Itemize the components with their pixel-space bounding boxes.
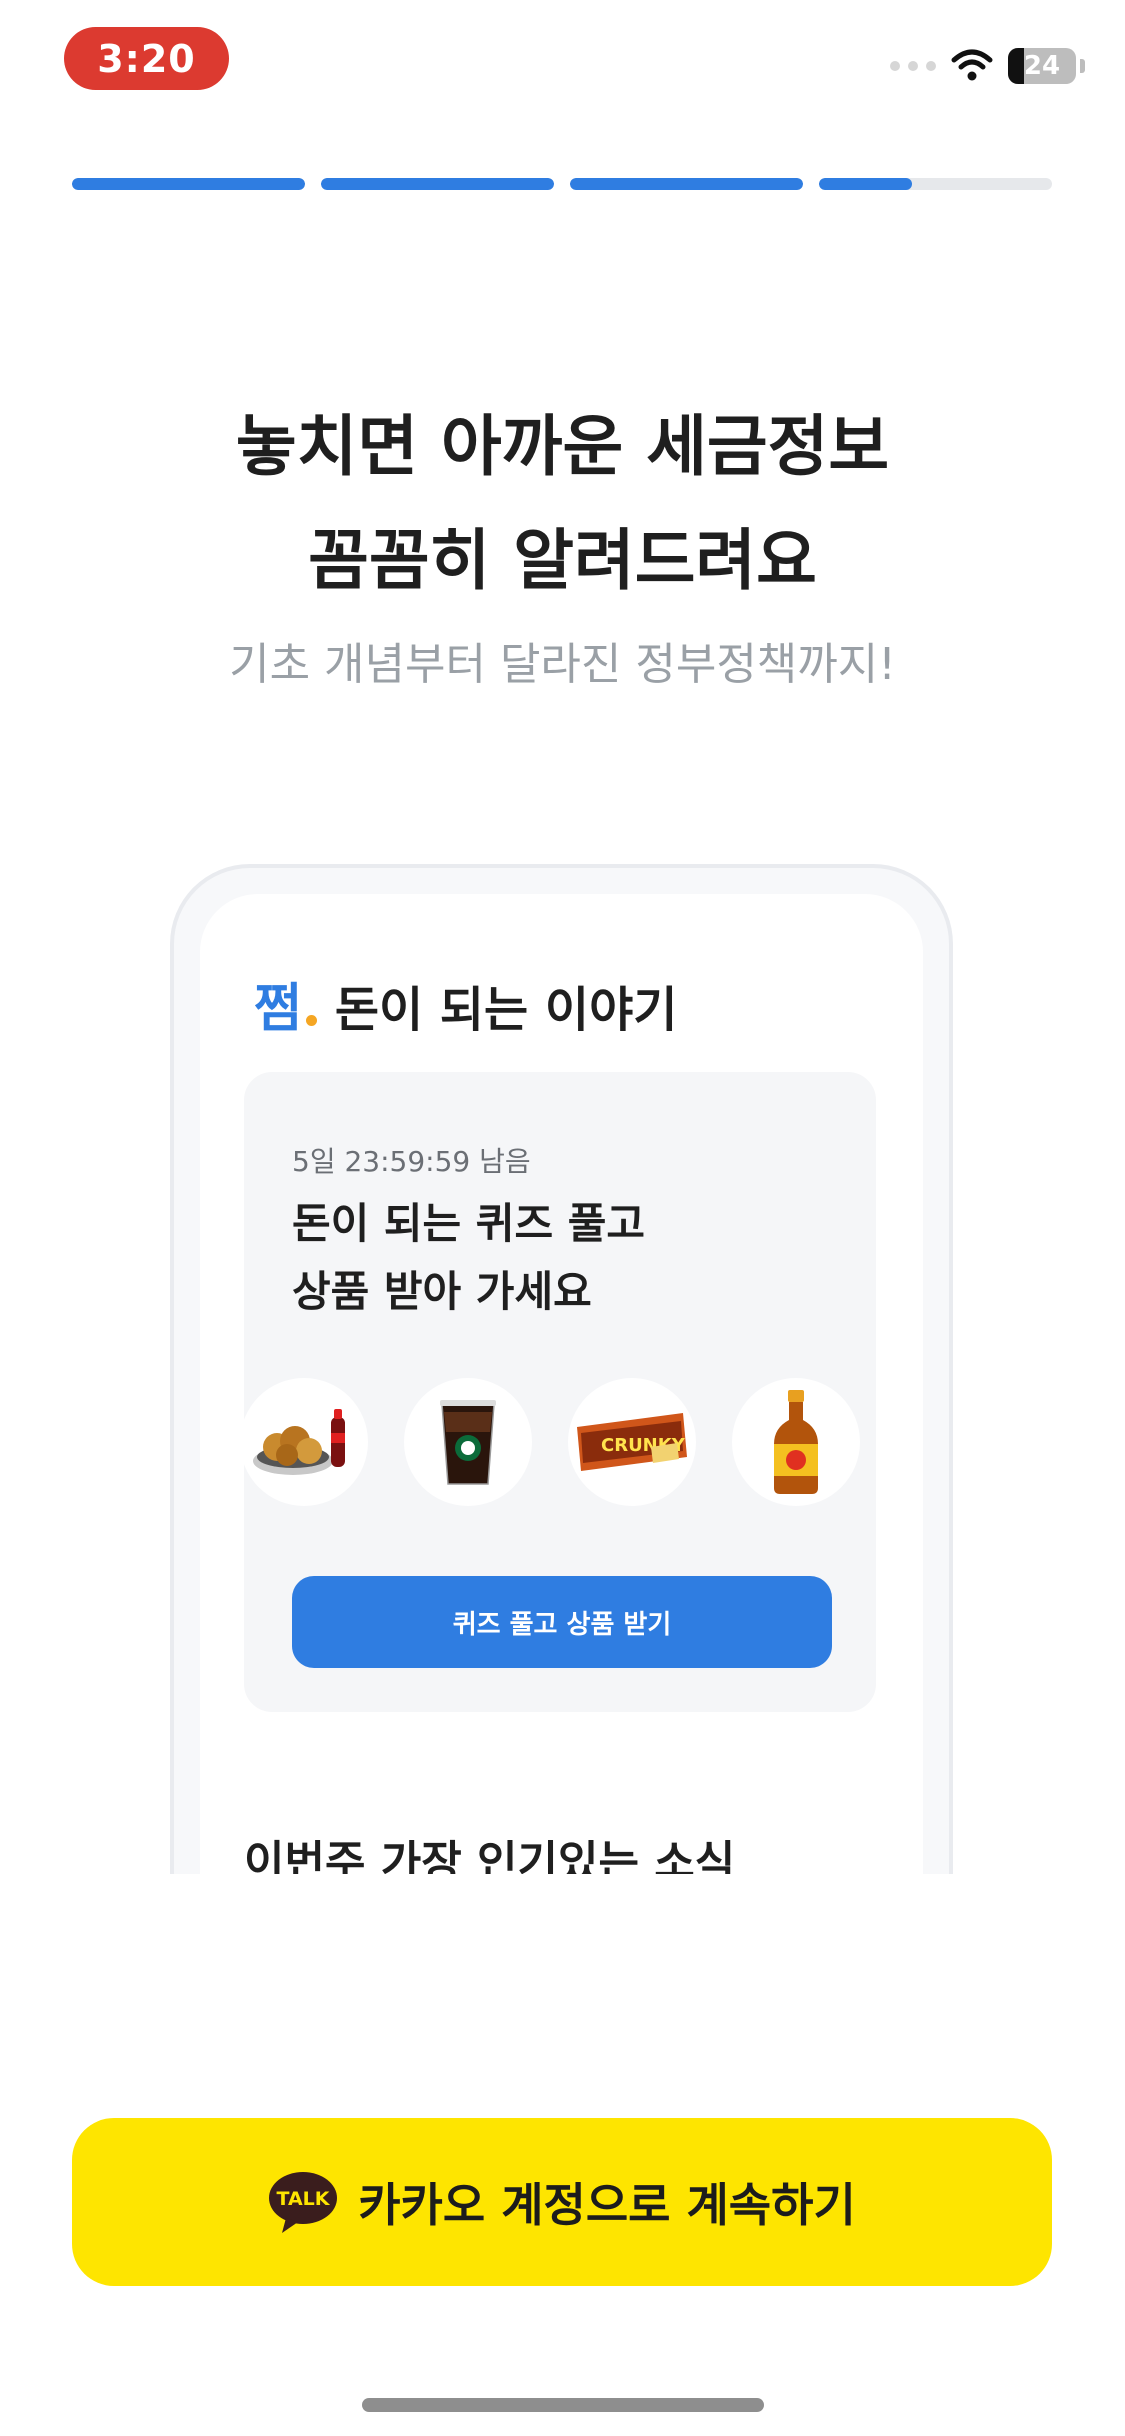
cellular-signal-icon xyxy=(890,61,936,71)
title-line-2: 꼼꼼히 알려드려요 xyxy=(308,522,817,599)
quiz-title-line-2: 상품 받아 가세요 xyxy=(292,1267,592,1316)
preview-header: 쩜 돈이 되는 이야기 xyxy=(254,966,677,1041)
progress-step-fill xyxy=(321,178,554,190)
page-title: 놓치면 아까운 세금정보 꼼꼼히 알려드려요 xyxy=(0,390,1125,618)
energy-drink-bottle-icon xyxy=(732,1378,860,1506)
page-subtitle: 기초 개념부터 달라진 정부정책까지! xyxy=(229,639,896,690)
progress-step-fill xyxy=(570,178,803,190)
home-indicator[interactable] xyxy=(362,2398,764,2412)
status-indicators: 24 xyxy=(890,44,1085,88)
onboarding-progress xyxy=(72,178,1052,190)
battery-icon: 24 xyxy=(1008,48,1076,84)
prize-list: CRUNKY xyxy=(244,1378,860,1506)
progress-step-2 xyxy=(321,178,554,190)
progress-step-1 xyxy=(72,178,305,190)
status-time: 3:20 xyxy=(64,27,229,90)
kakao-login-label: 카카오 계정으로 계속하기 xyxy=(358,2178,856,2232)
quiz-cta-button[interactable]: 퀴즈 풀고 상품 받기 xyxy=(292,1576,832,1668)
quiz-title: 돈이 되는 퀴즈 풀고 상품 받아 가세요 xyxy=(292,1190,645,1326)
brand-dot-icon xyxy=(305,1015,317,1026)
brand-logo: 쩜 xyxy=(254,979,302,1039)
progress-step-fill xyxy=(72,178,305,190)
kakao-login-button[interactable]: TALK 카카오 계정으로 계속하기 xyxy=(72,2118,1052,2286)
phone-preview-screen: 쩜 돈이 되는 이야기 5일 23:59:59 남음 돈이 되는 퀴즈 풀고 상… xyxy=(200,894,923,1874)
section-title: 돈이 되는 이야기 xyxy=(334,982,678,1038)
wifi-icon xyxy=(951,49,993,81)
battery-level-text: 24 xyxy=(1023,51,1061,81)
quiz-timer: 5일 23:59:59 남음 xyxy=(292,1145,531,1178)
progress-step-4 xyxy=(819,178,1052,190)
title-line-1: 놓치면 아까운 세금정보 xyxy=(235,408,890,485)
phone-preview: 쩜 돈이 되는 이야기 5일 23:59:59 남음 돈이 되는 퀴즈 풀고 상… xyxy=(170,864,953,1874)
quiz-title-line-1: 돈이 되는 퀴즈 풀고 xyxy=(292,1199,645,1248)
chicken-and-cola-icon xyxy=(244,1378,368,1506)
progress-step-fill xyxy=(819,178,913,190)
quiz-card: 5일 23:59:59 남음 돈이 되는 퀴즈 풀고 상품 받아 가세요 CRU… xyxy=(244,1072,876,1712)
onboarding-screen: 3:20 24 놓치면 아까운 세금정보 꼼꼼히 알려드려요 기초 개념부터 달… xyxy=(0,0,1125,2436)
progress-step-3 xyxy=(570,178,803,190)
svg-text:TALK: TALK xyxy=(277,2188,331,2210)
chocolate-bar-icon: CRUNKY xyxy=(568,1378,696,1506)
iced-coffee-icon xyxy=(404,1378,532,1506)
kakao-talk-icon: TALK xyxy=(269,2172,338,2233)
popular-news-title: 이번주 가장 인기있는 소식 xyxy=(244,1837,736,1874)
